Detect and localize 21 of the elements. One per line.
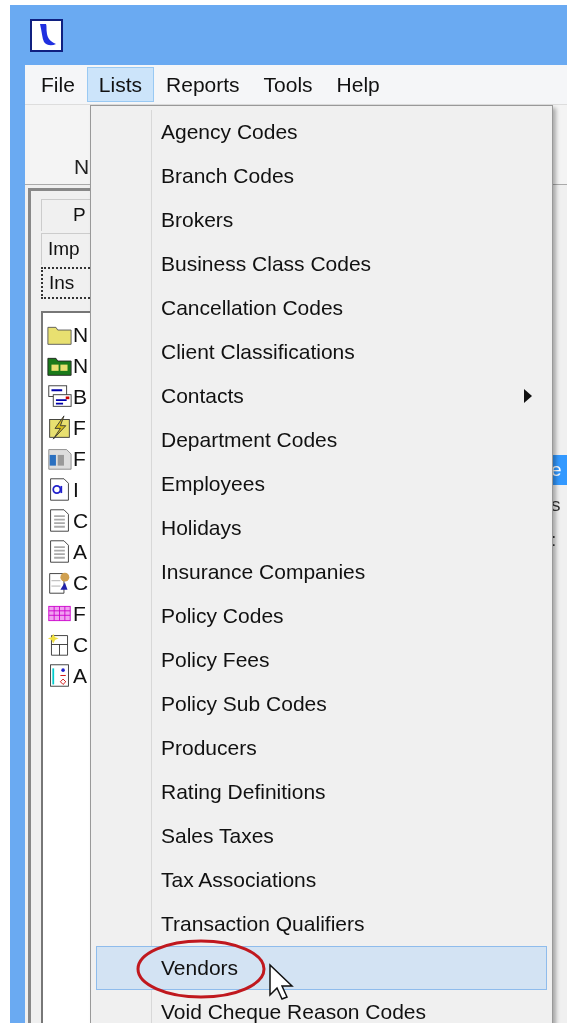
card-icon [46,446,73,471]
dropdown-item[interactable]: Agency Codes [96,110,547,154]
dropdown-item[interactable]: Rating Definitions [96,770,547,814]
dropdown-item[interactable]: Transaction Qualifiers [96,902,547,946]
menu-item[interactable]: Reports [154,67,252,102]
menu-item[interactable]: Lists [86,67,155,102]
dropdown-item[interactable]: Void Cheque Reason Codes [96,990,547,1023]
dropdown-item[interactable]: Producers [96,726,547,770]
app-logo-icon [30,18,63,52]
menu-item[interactable]: File [29,67,87,102]
form-icon [46,384,73,409]
mouse-pointer-icon [268,963,294,1003]
lightning-icon [46,415,73,440]
dropdown-item[interactable]: Branch Codes [96,154,547,198]
toolbar-label: N [74,153,90,180]
menu-item[interactable]: Help [324,67,392,102]
list-row[interactable]: : [551,525,567,555]
menu-item[interactable]: Tools [251,67,325,102]
dropdown-item[interactable]: Vendors [96,946,547,990]
dropdown-item[interactable]: Sales Taxes [96,814,547,858]
dropdown-item[interactable]: Tax Associations [96,858,547,902]
